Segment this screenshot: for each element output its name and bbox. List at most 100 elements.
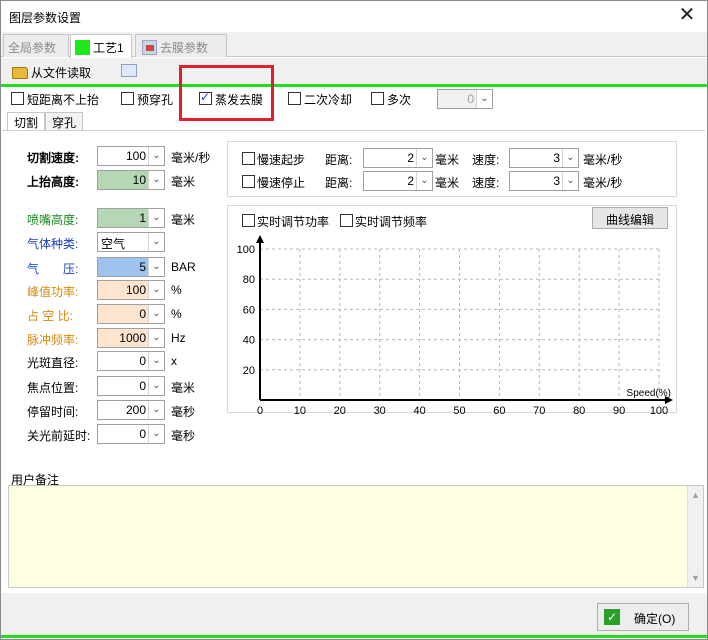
slow-stop-label: 慢速停止 <box>257 176 306 190</box>
slow-stop-distance-select[interactable]: 2 ⌄ <box>363 171 433 191</box>
dwell-time-select[interactable]: 200 ⌄ <box>97 400 165 420</box>
note-button[interactable] <box>121 61 137 82</box>
curve-edit-button[interactable]: 曲线编辑 <box>592 207 668 229</box>
x-tick-label: 0 <box>257 405 263 415</box>
toolbar: 从文件读取 <box>1 58 707 85</box>
lift-height-value: 10 <box>132 173 146 187</box>
x-tick-label: 50 <box>453 405 465 415</box>
check-icon: ✓ <box>604 609 620 625</box>
realtime-power-checkbox[interactable] <box>242 214 255 227</box>
spot-diameter-value: 0 <box>139 354 146 368</box>
gas-type-select[interactable]: 空气 ⌄ <box>97 232 165 252</box>
slow-start-label: 慢速起步 <box>257 153 306 167</box>
close-icon[interactable]: ✕ <box>676 4 698 28</box>
chevron-down-icon: ⌄ <box>148 401 164 419</box>
cut-speed-select[interactable]: 100 ⌄ <box>97 146 165 166</box>
user-notes-textarea[interactable]: ▲ ▼ <box>8 485 704 588</box>
chevron-down-icon: ⌄ <box>416 149 432 167</box>
lift-height-unit: 毫米 <box>171 175 196 189</box>
accent-line <box>1 84 707 87</box>
multi-label: 多次 <box>387 93 412 107</box>
options-row: 短距离不上抬 预穿孔 蒸发去膜 二次冷却 多次 0 ⌄ <box>1 88 707 110</box>
cut-speed-label: 切割速度: <box>27 151 79 165</box>
focus-pos-select[interactable]: 0 ⌄ <box>97 376 165 396</box>
green-swatch-icon <box>75 40 90 55</box>
multi-checkbox[interactable] <box>371 92 384 105</box>
chevron-down-icon: ⌄ <box>148 233 164 251</box>
chevron-down-icon: ⌄ <box>148 147 164 165</box>
chevron-down-icon: ⌄ <box>148 171 164 189</box>
slow-stop-checkbox[interactable] <box>242 175 255 188</box>
short-no-lift-checkbox[interactable] <box>11 92 24 105</box>
dwell-time-label: 停留时间: <box>27 405 79 419</box>
realtime-freq-checkbox[interactable] <box>340 214 353 227</box>
spot-diameter-select[interactable]: 0 ⌄ <box>97 351 165 371</box>
tab-cutting[interactable]: 切割 <box>7 112 46 130</box>
scroll-down-icon: ▼ <box>691 573 700 583</box>
dwell-time-value: 200 <box>125 403 146 417</box>
pulse-freq-select[interactable]: 1000 ⌄ <box>97 328 165 348</box>
chevron-down-icon: ⌄ <box>148 352 164 370</box>
tab-film-removal-params[interactable]: 去膜参数 <box>135 34 227 57</box>
nozzle-height-select[interactable]: 1 ⌄ <box>97 208 165 228</box>
multi-count-select[interactable]: 0 ⌄ <box>437 89 493 109</box>
pre-pierce-checkbox[interactable] <box>121 92 134 105</box>
image-icon <box>142 40 157 55</box>
slow-stop-speed-select[interactable]: 3 ⌄ <box>509 171 579 191</box>
peak-power-select[interactable]: 100 ⌄ <box>97 280 165 300</box>
gas-type-value: 空气 <box>101 237 126 251</box>
open-folder-icon <box>12 67 28 79</box>
duty-ratio-label: 占 空 比: <box>27 309 74 323</box>
slow-start-checkbox[interactable] <box>242 152 255 165</box>
realtime-freq-label: 实时调节频率 <box>355 215 428 229</box>
gas-pressure-select[interactable]: 5 ⌄ <box>97 257 165 277</box>
y-tick-label: 100 <box>237 244 255 256</box>
dialog-window: 图层参数设置 ✕ 全局参数 工艺1 去膜参数 从文件读取 短距离不上抬 预穿孔 … <box>0 0 708 640</box>
ok-label: 确定(O) <box>634 612 676 626</box>
ok-button[interactable]: ✓ 确定(O) <box>597 603 689 631</box>
chevron-down-icon: ⌄ <box>148 425 164 443</box>
off-delay-unit: 毫秒 <box>171 429 196 443</box>
multi-count-value: 0 <box>467 92 474 106</box>
focus-pos-unit: 毫米 <box>171 381 196 395</box>
slow-start-distance-select[interactable]: 2 ⌄ <box>363 148 433 168</box>
slow-start-speed-unit: 毫米/秒 <box>583 153 623 167</box>
nozzle-height-unit: 毫米 <box>171 213 196 227</box>
gas-type-label: 气体种类: <box>27 237 79 251</box>
pulse-freq-unit: Hz <box>171 331 186 345</box>
focus-pos-label: 焦点位置: <box>27 381 79 395</box>
evap-film-checkbox[interactable] <box>199 90 212 105</box>
second-cool-checkbox[interactable] <box>288 92 301 105</box>
off-delay-label: 关光前延时: <box>27 429 91 443</box>
notes-scrollbar[interactable]: ▲ ▼ <box>687 486 703 587</box>
tab-piercing[interactable]: 穿孔 <box>45 112 84 130</box>
read-from-file-label: 从文件读取 <box>31 66 92 80</box>
off-delay-select[interactable]: 0 ⌄ <box>97 424 165 444</box>
x-tick-label: 40 <box>413 405 425 415</box>
tab-process-1[interactable]: 工艺1 <box>70 34 132 58</box>
duty-ratio-value: 0 <box>139 307 146 321</box>
duty-ratio-select[interactable]: 0 ⌄ <box>97 304 165 324</box>
read-from-file-button[interactable]: 从文件读取 <box>12 61 91 82</box>
x-tick-label: 80 <box>573 405 585 415</box>
y-tick-label: 20 <box>243 365 255 377</box>
lift-height-select[interactable]: 10 ⌄ <box>97 170 165 190</box>
gas-pressure-unit: BAR <box>171 260 196 274</box>
y-tick-label: 60 <box>243 304 255 316</box>
focus-pos-value: 0 <box>139 379 146 393</box>
peak-power-value: 100 <box>125 283 146 297</box>
x-tick-label: 100 <box>650 405 668 415</box>
chevron-down-icon: ⌄ <box>416 172 432 190</box>
slow-stop-speed-label: 速度: <box>472 176 500 190</box>
tab-global-params[interactable]: 全局参数 <box>3 34 69 57</box>
slow-start-speed-select[interactable]: 3 ⌄ <box>509 148 579 168</box>
title-bar: 图层参数设置 ✕ <box>1 1 707 32</box>
sub-tabs: 切割 穿孔 <box>1 112 707 130</box>
chevron-down-icon: ⌄ <box>148 258 164 276</box>
off-delay-value: 0 <box>139 427 146 441</box>
x-axis-title: Speed(%) <box>627 388 671 399</box>
slow-start-distance-value: 2 <box>407 151 414 165</box>
chevron-down-icon: ⌄ <box>562 172 578 190</box>
tab-label: 切割 <box>14 116 39 130</box>
peak-power-label: 峰值功率: <box>27 285 79 299</box>
